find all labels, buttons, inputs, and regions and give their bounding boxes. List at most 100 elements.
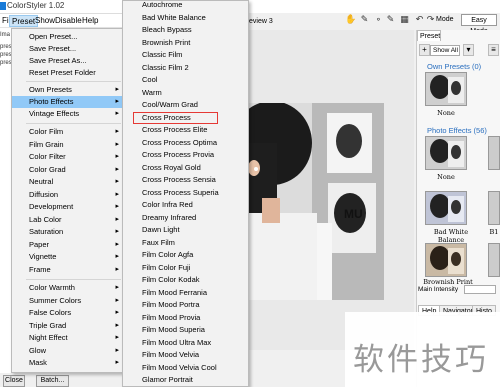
preset-thumbnail[interactable] — [425, 191, 467, 225]
left-panel-item: Ima — [0, 32, 11, 38]
submenu-item[interactable]: Cool/Warm Grad — [123, 99, 248, 112]
preset-thumbnail[interactable] — [425, 243, 467, 277]
menu-item-color-filter[interactable]: Color Filter ▸ — [12, 151, 123, 163]
menu-item-triple-grad[interactable]: Triple Grad ▸ — [12, 320, 123, 332]
submenu-item[interactable]: Color Infra Red — [123, 199, 248, 212]
submenu-item[interactable]: Bad White Balance — [123, 12, 248, 25]
menu-help[interactable]: Help — [80, 15, 100, 27]
preset-thumbnail[interactable] — [425, 136, 467, 170]
menu-item-summer-colors[interactable]: Summer Colors ▸ — [12, 295, 123, 307]
submenu-item[interactable]: Warm — [123, 87, 248, 100]
menu-separator — [26, 81, 121, 82]
menu-item-vintage-effects[interactable]: Vintage Effects ▸ — [12, 108, 123, 120]
submenu-item[interactable]: Autochrome — [123, 0, 248, 12]
submenu-item[interactable]: Film Mood Ultra Max — [123, 337, 248, 350]
menu-item-photo-effects[interactable]: Photo Effects ▸ — [12, 96, 123, 108]
menu-item-false-colors[interactable]: False Colors ▸ — [12, 307, 123, 319]
hand-tool-icon[interactable]: ✋ — [345, 14, 356, 25]
menu-item-color-warmth[interactable]: Color Warmth ▸ — [12, 282, 123, 294]
submenu-item-cross-process[interactable]: Cross Process — [133, 111, 218, 124]
add-preset-button[interactable]: + — [419, 44, 430, 56]
menu-item-save-preset-as[interactable]: Save Preset As... — [12, 55, 123, 67]
submenu-item[interactable]: Cross Process Provia — [123, 149, 248, 162]
filter-dropdown-arrow[interactable]: ▾ — [463, 44, 474, 56]
preset-thumbnail[interactable] — [488, 243, 500, 277]
menu-item-lab-color[interactable]: Lab Color ▸ — [12, 214, 123, 226]
menu-item-label: Color Film — [29, 127, 64, 136]
tab-preview-3[interactable]: eview 3 — [249, 16, 273, 28]
tab-preset[interactable]: Preset — [417, 30, 441, 41]
undo-icon[interactable]: ↶ — [414, 14, 425, 25]
photo-effects-heading: Photo Effects (56) — [427, 126, 487, 135]
submenu-item[interactable]: Classic Film 2 — [123, 62, 248, 75]
brush-tool-icon[interactable]: ✎ — [359, 14, 370, 25]
left-panel-item: pres — [0, 60, 12, 66]
menu-item-paper[interactable]: Paper ▸ — [12, 239, 123, 251]
menu-item-own-presets[interactable]: Own Presets ▸ — [12, 84, 123, 96]
menu-item-color-grad[interactable]: Color Grad ▸ — [12, 164, 123, 176]
submenu-item[interactable]: Film Mood Velvia Cool — [123, 362, 248, 375]
menu-item-night-effect[interactable]: Night Effect ▸ — [12, 332, 123, 344]
menu-item-development[interactable]: Development ▸ — [12, 201, 123, 213]
submenu-item[interactable]: Film Mood Ferrania — [123, 287, 248, 300]
submenu-item[interactable]: Glamor Portrait — [123, 374, 248, 387]
menu-item-open-preset[interactable]: Open Preset... — [12, 31, 123, 43]
menu-item-vignette[interactable]: Vignette ▸ — [12, 251, 123, 263]
submenu-item[interactable]: Film Mood Superia — [123, 324, 248, 337]
submenu-item[interactable]: Cross Royal Gold — [123, 162, 248, 175]
preset-thumbnail[interactable] — [488, 191, 500, 225]
menu-item-label: Triple Grad — [29, 320, 67, 330]
submenu-item[interactable]: Film Mood Portra — [123, 299, 248, 312]
photo-image: MU — [232, 103, 384, 300]
menu-item-color-film[interactable]: Color Film ▸ — [12, 126, 123, 138]
submenu-item[interactable]: Dawn Light — [123, 224, 248, 237]
submenu-item[interactable]: Film Mood Provia — [123, 312, 248, 325]
compare-icon[interactable]: ▦ — [399, 14, 410, 25]
menu-item-glow[interactable]: Glow ▸ — [12, 345, 123, 357]
menu-icon[interactable]: ≡ — [488, 44, 499, 56]
submenu-item[interactable]: Dreamy Infrared — [123, 212, 248, 225]
submenu-item[interactable]: Classic Film — [123, 49, 248, 62]
eyedropper-icon[interactable]: ∘ — [373, 14, 384, 25]
batch-button[interactable]: Batch... — [36, 375, 69, 387]
intensity-input[interactable] — [464, 285, 496, 294]
submenu-item[interactable]: Film Color Fuji — [123, 262, 248, 275]
chevron-right-icon: ▸ — [115, 228, 119, 235]
menu-item-reset-preset-folder[interactable]: Reset Preset Folder — [12, 67, 123, 79]
chevron-right-icon: ▸ — [115, 240, 119, 248]
menu-item-label: Color Filter — [29, 152, 66, 161]
close-button[interactable]: Close — [3, 375, 25, 387]
submenu-item[interactable]: Faux Film — [123, 237, 248, 250]
submenu-item[interactable]: Bleach Bypass — [123, 24, 248, 37]
menu-item-saturation[interactable]: Saturation ▸ — [12, 226, 123, 238]
submenu-item[interactable]: Cross Process Elite — [123, 124, 248, 137]
chevron-right-icon: ▸ — [115, 98, 119, 105]
menu-item-mask[interactable]: Mask ▸ — [12, 357, 123, 369]
preset-thumbnail[interactable] — [425, 72, 467, 106]
submenu-item[interactable]: Brownish Print — [123, 37, 248, 50]
menu-item-label: False Colors — [29, 308, 72, 317]
chevron-right-icon: ▸ — [115, 153, 119, 160]
show-filter-select[interactable]: Show All — [430, 45, 460, 56]
easy-mode-button[interactable]: Easy Mode — [461, 14, 497, 35]
redo-icon[interactable]: ↷ — [425, 14, 436, 25]
submenu-item[interactable]: Cross Process Sensia — [123, 174, 248, 187]
menu-item-save-preset[interactable]: Save Preset... — [12, 43, 123, 55]
menu-item-label: Frame — [29, 264, 51, 274]
menu-item-neutral[interactable]: Neutral ▸ — [12, 176, 123, 188]
eraser-icon[interactable]: ✎ — [385, 14, 396, 25]
submenu-item[interactable]: Cross Process Optima — [123, 137, 248, 150]
chevron-right-icon: ▸ — [115, 321, 119, 329]
submenu-item[interactable]: Film Color Agfa — [123, 249, 248, 262]
submenu-item[interactable]: Film Mood Velvia — [123, 349, 248, 362]
submenu-item[interactable]: Film Color Kodak — [123, 274, 248, 287]
submenu-item[interactable]: Cool — [123, 74, 248, 87]
menu-item-film-grain[interactable]: Film Grain ▸ — [12, 139, 123, 151]
submenu-item[interactable]: Cross Process Superia — [123, 187, 248, 200]
preset-thumbnail[interactable] — [488, 136, 500, 170]
menu-item-frame[interactable]: Frame ▸ — [12, 264, 123, 276]
chevron-right-icon: ▸ — [115, 215, 119, 223]
thumbnail-label: None — [437, 173, 455, 181]
mode-label: Mode — [436, 16, 454, 23]
menu-item-diffusion[interactable]: Diffusion ▸ — [12, 189, 123, 201]
